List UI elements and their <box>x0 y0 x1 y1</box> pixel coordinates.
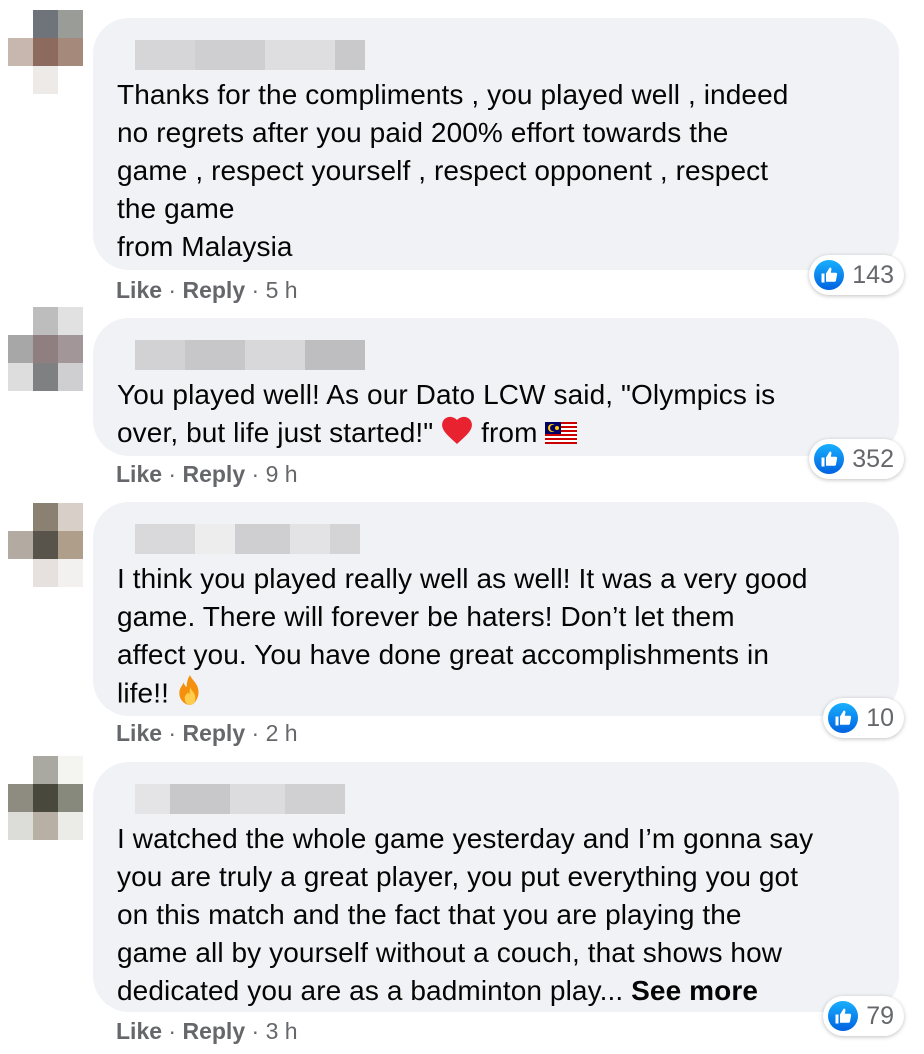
thumbs-up-icon <box>828 703 859 733</box>
see-more-link[interactable]: See more <box>631 975 758 1006</box>
comment-text: You played well! As our Dato LCW said, "… <box>117 376 873 455</box>
timestamp[interactable]: 9 h <box>266 461 298 487</box>
comment-actions: Like · Reply · 5 h <box>116 277 298 303</box>
comment-actions: Like · Reply · 3 h <box>116 1018 298 1044</box>
comment-bubble: I think you played really well as well! … <box>93 502 899 716</box>
timestamp[interactable]: 3 h <box>266 1018 298 1044</box>
avatar[interactable] <box>8 503 84 587</box>
comment-actions: Like · Reply · 9 h <box>116 461 298 487</box>
like-link[interactable]: Like <box>116 1018 162 1044</box>
comment-bubble: I watched the whole game yesterday and I… <box>93 762 899 1012</box>
reaction-count[interactable]: 10 <box>823 698 904 738</box>
fire-emoji-icon <box>177 674 203 716</box>
like-link[interactable]: Like <box>116 461 162 487</box>
timestamp[interactable]: 5 h <box>266 277 298 303</box>
thumbs-up-icon <box>814 260 845 290</box>
reply-link[interactable]: Reply <box>182 277 245 303</box>
comment-bubble: Thanks for the compliments , you played … <box>93 18 899 270</box>
heart-emoji-icon <box>441 415 473 455</box>
timestamp[interactable]: 2 h <box>266 720 298 746</box>
avatar[interactable] <box>8 756 84 840</box>
reaction-number: 10 <box>866 703 894 732</box>
like-link[interactable]: Like <box>116 277 162 303</box>
comment-text: I watched the whole game yesterday and I… <box>117 823 814 1006</box>
comment-text: Thanks for the compliments , you played … <box>117 79 789 262</box>
like-link[interactable]: Like <box>116 720 162 746</box>
reply-link[interactable]: Reply <box>182 461 245 487</box>
reaction-number: 143 <box>852 260 894 289</box>
comment-bubble: You played well! As our Dato LCW said, "… <box>93 318 899 456</box>
avatar[interactable] <box>8 307 84 391</box>
reaction-count[interactable]: 79 <box>823 996 904 1036</box>
reply-link[interactable]: Reply <box>182 1018 245 1044</box>
reaction-count[interactable]: 143 <box>809 255 904 295</box>
comment-text: I think you played really well as well! … <box>117 560 873 716</box>
commenter-name-blurred[interactable] <box>117 524 873 554</box>
commenter-name-blurred[interactable] <box>117 340 873 370</box>
reaction-number: 352 <box>852 444 894 473</box>
reply-link[interactable]: Reply <box>182 720 245 746</box>
avatar[interactable] <box>8 10 84 94</box>
reaction-number: 79 <box>866 1001 894 1030</box>
commenter-name-blurred[interactable] <box>117 40 873 70</box>
reaction-count[interactable]: 352 <box>809 439 904 479</box>
thumbs-up-icon <box>828 1001 859 1031</box>
thumbs-up-icon <box>814 444 845 474</box>
commenter-name-blurred[interactable] <box>117 784 873 814</box>
comment-actions: Like · Reply · 2 h <box>116 720 298 746</box>
malaysia-flag-icon <box>545 416 578 454</box>
